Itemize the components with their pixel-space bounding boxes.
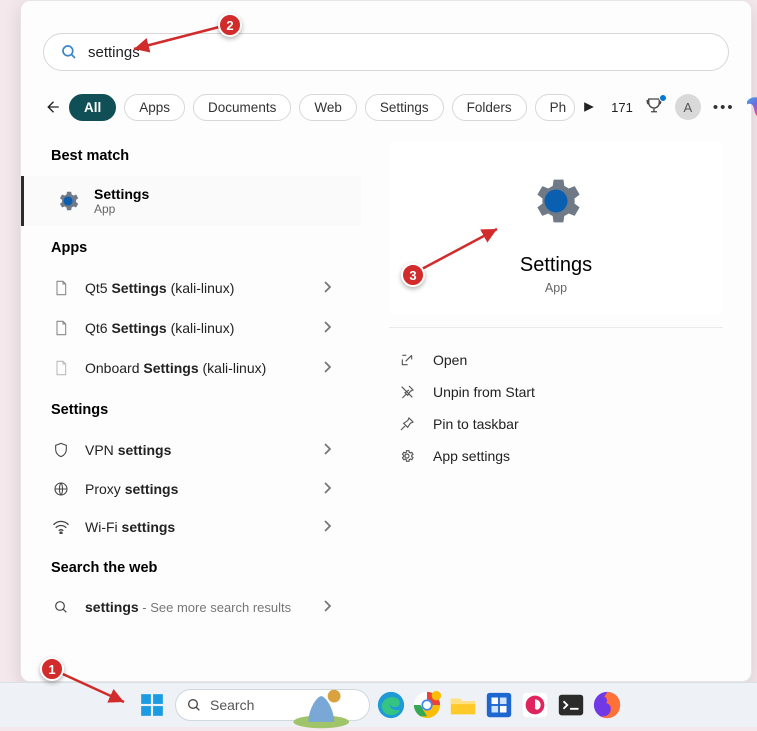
- filter-web[interactable]: Web: [299, 94, 357, 121]
- taskbar-edge[interactable]: [376, 690, 406, 720]
- rewards-icon[interactable]: [645, 96, 663, 119]
- filter-folders[interactable]: Folders: [452, 94, 527, 121]
- wifi-icon: [51, 520, 71, 534]
- filter-settings[interactable]: Settings: [365, 94, 444, 121]
- settings-gear-icon: [526, 171, 586, 236]
- annotation-arrow-1: [52, 668, 132, 708]
- search-icon: [186, 697, 202, 713]
- filter-photos[interactable]: Ph: [535, 94, 576, 121]
- best-match-heading: Best match: [21, 134, 361, 176]
- setting-wifi[interactable]: Wi-Fi settings: [21, 508, 361, 546]
- start-button[interactable]: [135, 688, 169, 722]
- document-icon: [51, 359, 71, 377]
- preview-title: Settings: [520, 254, 592, 277]
- best-match-title: Settings: [94, 186, 149, 202]
- filter-row: All Apps Documents Web Settings Folders …: [21, 86, 751, 134]
- web-search-result[interactable]: settings - See more search results: [21, 588, 361, 626]
- gear-icon: [399, 448, 417, 464]
- open-icon: [399, 352, 417, 368]
- chevron-right-icon: [323, 280, 331, 296]
- back-button[interactable]: [43, 92, 61, 122]
- annotation-arrow-3: [417, 224, 507, 274]
- chevron-right-icon: [323, 481, 331, 497]
- more-filters-icon[interactable]: [583, 101, 595, 113]
- chevron-right-icon: [323, 599, 331, 615]
- search-web-heading: Search the web: [21, 546, 361, 588]
- results-list: Best match Settings App Apps Qt5 Setting…: [21, 134, 361, 674]
- annotation-3: 3: [401, 263, 425, 287]
- app-result-qt5[interactable]: Qt5 Settings (kali-linux): [21, 268, 361, 308]
- gear-icon: [54, 187, 82, 215]
- shield-icon: [51, 441, 71, 459]
- taskbar-firefox[interactable]: [592, 690, 622, 720]
- apps-heading: Apps: [21, 226, 361, 268]
- pin-icon: [399, 416, 417, 432]
- best-match-item[interactable]: Settings App: [21, 176, 361, 226]
- windows-search-panel: All Apps Documents Web Settings Folders …: [20, 0, 752, 682]
- rewards-points: 171: [611, 100, 633, 115]
- settings-heading: Settings: [21, 388, 361, 430]
- search-icon: [51, 599, 71, 615]
- app-result-qt6[interactable]: Qt6 Settings (kali-linux): [21, 308, 361, 348]
- preview-pane: Settings App Open Unpin from Start Pin t…: [361, 134, 751, 674]
- annotation-1: 1: [40, 657, 64, 681]
- document-icon: [51, 319, 71, 337]
- taskbar-search[interactable]: Search: [175, 689, 370, 721]
- filter-all[interactable]: All: [69, 94, 116, 121]
- action-unpin-start[interactable]: Unpin from Start: [389, 376, 723, 408]
- annotation-arrow-2: [128, 23, 228, 53]
- document-icon: [51, 279, 71, 297]
- taskbar-search-label: Search: [210, 697, 279, 713]
- preview-sub: App: [545, 281, 567, 295]
- chevron-right-icon: [323, 360, 331, 376]
- search-icon: [60, 43, 78, 61]
- filter-documents[interactable]: Documents: [193, 94, 291, 121]
- best-match-sub: App: [94, 202, 149, 216]
- copilot-icon[interactable]: [747, 94, 757, 120]
- filter-apps[interactable]: Apps: [124, 94, 185, 121]
- more-icon[interactable]: •••: [713, 99, 735, 116]
- search-highlight-icon: [287, 693, 356, 717]
- taskbar-explorer[interactable]: [448, 690, 478, 720]
- setting-vpn[interactable]: VPN settings: [21, 430, 361, 470]
- unpin-icon: [399, 384, 417, 400]
- app-result-onboard[interactable]: Onboard Settings (kali-linux): [21, 348, 361, 388]
- taskbar-chrome[interactable]: [412, 690, 442, 720]
- annotation-2: 2: [218, 13, 242, 37]
- action-app-settings[interactable]: App settings: [389, 440, 723, 472]
- taskbar-app-blue[interactable]: [484, 690, 514, 720]
- header-right: 171 A •••: [611, 94, 757, 120]
- user-avatar[interactable]: A: [675, 94, 701, 120]
- action-pin-taskbar[interactable]: Pin to taskbar: [389, 408, 723, 440]
- globe-icon: [51, 481, 71, 497]
- chevron-right-icon: [323, 320, 331, 336]
- taskbar-terminal[interactable]: [556, 690, 586, 720]
- chevron-right-icon: [323, 442, 331, 458]
- action-open[interactable]: Open: [389, 344, 723, 376]
- taskbar-app-red[interactable]: [520, 690, 550, 720]
- chevron-right-icon: [323, 519, 331, 535]
- setting-proxy[interactable]: Proxy settings: [21, 470, 361, 508]
